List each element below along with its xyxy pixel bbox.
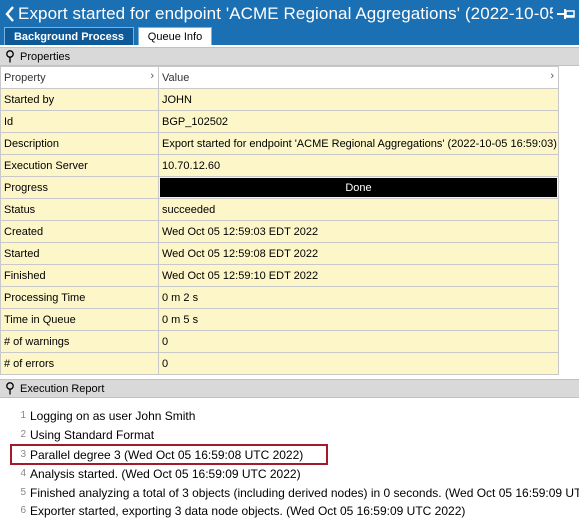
property-name: Description xyxy=(0,132,159,155)
properties-header[interactable]: Properties xyxy=(0,47,579,66)
property-name: Progress xyxy=(0,176,159,199)
window-title: Export started for endpoint 'ACME Region… xyxy=(18,3,553,23)
progress-label: Done xyxy=(345,181,372,194)
execution-report-header[interactable]: Execution Report xyxy=(0,379,579,398)
table-row[interactable]: # of errors 0 xyxy=(0,352,559,375)
property-name: Status xyxy=(0,198,159,221)
execution-report-header-label: Execution Report xyxy=(20,382,105,395)
property-value: succeeded xyxy=(158,198,559,221)
property-name: Processing Time xyxy=(0,286,159,309)
pin-icon[interactable] xyxy=(2,380,18,397)
line-text: Finished analyzing a total of 3 objects … xyxy=(30,485,579,500)
property-name: # of errors xyxy=(0,352,159,375)
table-row[interactable]: Time in Queue 0 m 5 s xyxy=(0,308,559,331)
list-item: 5 Finished analyzing a total of 3 object… xyxy=(0,483,579,502)
list-item: 6 Exporter started, exporting 3 data nod… xyxy=(0,501,465,518)
property-value: Wed Oct 05 12:59:03 EDT 2022 xyxy=(158,220,559,243)
table-row[interactable]: # of warnings 0 xyxy=(0,330,559,353)
table-header-row: Property › Value › xyxy=(0,66,559,89)
tab-bar: Background Process Queue Info xyxy=(0,27,579,46)
property-value: Wed Oct 05 12:59:10 EDT 2022 xyxy=(158,264,559,287)
property-name: Started xyxy=(0,242,159,265)
list-item: 1 Logging on as user John Smith xyxy=(0,406,195,425)
highlight-box xyxy=(10,444,328,465)
line-number: 1 xyxy=(20,410,26,421)
tab-queue-info[interactable]: Queue Info xyxy=(138,27,212,46)
tab-background-process[interactable]: Background Process xyxy=(4,27,134,46)
table-row[interactable]: Finished Wed Oct 05 12:59:10 EDT 2022 xyxy=(0,264,559,287)
tab-label: Queue Info xyxy=(147,31,203,43)
property-name: Time in Queue xyxy=(0,308,159,331)
execution-report: 1 Logging on as user John Smith 2 Using … xyxy=(0,399,579,518)
table-row[interactable]: Status succeeded xyxy=(0,198,559,221)
property-name: Started by xyxy=(0,88,159,111)
column-header-value[interactable]: Value › xyxy=(158,66,559,89)
property-value: 0 xyxy=(158,330,559,353)
property-value: 0 m 2 s xyxy=(158,286,559,309)
property-value: Wed Oct 05 12:59:08 EDT 2022 xyxy=(158,242,559,265)
property-value: 10.70.12.60 xyxy=(158,154,559,177)
line-number: 6 xyxy=(20,505,26,516)
column-header-label: Property xyxy=(4,71,46,84)
properties-table: Property › Value › Started by JOHN Id BGP_… xyxy=(0,66,559,375)
table-row[interactable]: Progress Done xyxy=(0,176,559,199)
line-text: Logging on as user John Smith xyxy=(30,408,196,423)
table-row[interactable]: Description Export started for endpoint … xyxy=(0,132,559,155)
property-name: Finished xyxy=(0,264,159,287)
property-name: Created xyxy=(0,220,159,243)
property-value: Export started for endpoint 'ACME Region… xyxy=(158,132,559,155)
chevron-left-icon[interactable] xyxy=(3,0,17,27)
window-titlebar: Export started for endpoint 'ACME Region… xyxy=(0,0,579,27)
line-text: Using Standard Format xyxy=(30,427,155,442)
table-row[interactable]: Execution Server 10.70.12.60 xyxy=(0,154,559,177)
list-item: 2 Using Standard Format xyxy=(0,425,154,444)
column-header-property[interactable]: Property › xyxy=(0,66,159,89)
list-item: 4 Analysis started. (Wed Oct 05 16:59:09… xyxy=(0,464,301,483)
property-name: Execution Server xyxy=(0,154,159,177)
property-name: # of warnings xyxy=(0,330,159,353)
chevron-right-icon: › xyxy=(150,70,154,82)
column-header-label: Value xyxy=(162,71,190,84)
table-row[interactable]: Started Wed Oct 05 12:59:08 EDT 2022 xyxy=(0,242,559,265)
line-text: Analysis started. (Wed Oct 05 16:59:09 U… xyxy=(30,466,301,481)
line-number: 4 xyxy=(20,468,26,479)
property-value: BGP_102502 xyxy=(158,110,559,133)
pin-icon[interactable] xyxy=(553,0,579,27)
line-number: 5 xyxy=(20,487,26,498)
pin-icon[interactable] xyxy=(2,48,18,65)
properties-grid: Property › Value › Started by JOHN Id BGP_… xyxy=(0,66,579,378)
progress-cell: Done xyxy=(158,176,559,199)
progress-bar: Done xyxy=(160,178,557,197)
line-text: Exporter started, exporting 3 data node … xyxy=(30,503,466,518)
chevron-right-icon: › xyxy=(550,70,554,82)
table-row[interactable]: Processing Time 0 m 2 s xyxy=(0,286,559,309)
table-row[interactable]: Id BGP_102502 xyxy=(0,110,559,133)
table-row[interactable]: Created Wed Oct 05 12:59:03 EDT 2022 xyxy=(0,220,559,243)
table-row[interactable]: Started by JOHN xyxy=(0,88,559,111)
properties-header-label: Properties xyxy=(20,50,71,63)
property-value: 0 m 5 s xyxy=(158,308,559,331)
property-value: JOHN xyxy=(158,88,559,111)
property-name: Id xyxy=(0,110,159,133)
tab-label: Background Process xyxy=(13,31,125,43)
line-number: 2 xyxy=(20,429,26,440)
property-value: 0 xyxy=(158,352,559,375)
properties-scroll-area xyxy=(559,66,579,378)
